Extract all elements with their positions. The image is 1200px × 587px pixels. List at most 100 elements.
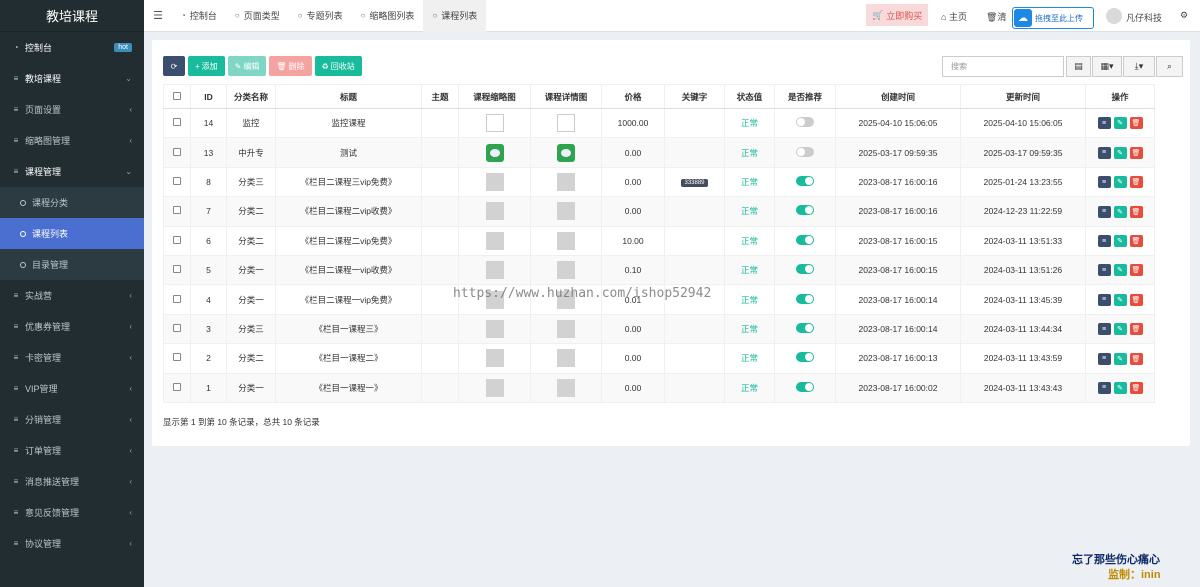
course-thumbnail-image[interactable]: [485, 261, 504, 280]
recommend-toggle[interactable]: [796, 175, 814, 186]
course-detail-image[interactable]: [557, 349, 575, 368]
delete-row-button[interactable]: 🗑: [1129, 264, 1143, 277]
row-checkbox[interactable]: [173, 235, 181, 244]
edit-row-button[interactable]: ✎: [1113, 381, 1127, 394]
select-all-header[interactable]: [163, 84, 191, 109]
detail-button[interactable]: ≡: [1097, 264, 1111, 277]
refresh-button[interactable]: ⟳: [163, 56, 185, 76]
table-row[interactable]: 8 分类三 《栏目二课程三vip免费》 0.00 333889 正常 2023-08-17 …: [163, 166, 1155, 198]
course-thumbnail-image[interactable]: [485, 202, 504, 221]
recommend-toggle[interactable]: [796, 381, 814, 392]
sidebar-item-10[interactable]: ≡ 卡密管理 ‹: [0, 342, 144, 373]
recommend-toggle[interactable]: [796, 352, 814, 363]
row-checkbox[interactable]: [173, 382, 181, 391]
search-input[interactable]: 搜索: [942, 56, 1064, 77]
app-brand[interactable]: 教培课程: [0, 0, 144, 32]
detail-button[interactable]: ≡: [1097, 235, 1111, 247]
course-detail-image[interactable]: [557, 114, 575, 133]
tab-3[interactable]: ○ 缩略图列表: [352, 0, 424, 32]
edit-row-button[interactable]: ✎: [1113, 205, 1127, 218]
edit-row-button[interactable]: ✎: [1113, 293, 1127, 306]
edit-button[interactable]: ✎ 编辑: [227, 56, 267, 76]
course-thumbnail-image[interactable]: [485, 114, 504, 133]
recommend-toggle[interactable]: [796, 264, 814, 275]
delete-row-button[interactable]: 🗑: [1129, 323, 1143, 336]
row-checkbox[interactable]: [173, 323, 181, 332]
delete-row-button[interactable]: 🗑: [1129, 117, 1143, 130]
table-row[interactable]: 14 监控 监控课程 1000.00 正常 2025-04-10 15:06:05 2025…: [163, 107, 1155, 139]
sidebar-item-14[interactable]: ≡ 消息推送管理 ‹: [0, 466, 144, 497]
tab-1[interactable]: ○ 页面类型: [226, 0, 289, 32]
table-row[interactable]: 5 分类一 《栏目二课程一vip收费》 0.10 正常 2023-08-17 16:00:…: [163, 254, 1155, 286]
edit-row-button[interactable]: ✎: [1113, 264, 1127, 277]
row-checkbox[interactable]: [173, 147, 181, 156]
table-row[interactable]: 6 分类二 《栏目二课程二vip免费》 10.00 正常 2023-08-17 16:00…: [163, 225, 1155, 256]
table-row[interactable]: 1 分类一 《栏目一课程一》 0.00 正常 2023-08-17 16:00:02 202…: [163, 372, 1155, 403]
recommend-toggle[interactable]: [796, 117, 814, 128]
recycle-bin-button[interactable]: ♻ 回收站: [314, 56, 362, 76]
detail-button[interactable]: ≡: [1097, 117, 1111, 130]
sidebar-item-16[interactable]: ≡ 协议管理 ‹: [0, 528, 144, 559]
add-button[interactable]: + 添加: [188, 56, 225, 76]
recommend-toggle[interactable]: [796, 234, 814, 245]
row-checkbox[interactable]: [173, 118, 181, 127]
sidebar-item-9[interactable]: ≡ 优惠券管理 ‹: [0, 311, 144, 342]
clear-cache-link[interactable]: 🗑清: [986, 10, 1006, 23]
detail-button[interactable]: ≡: [1097, 176, 1111, 189]
sidebar-item-4[interactable]: ≡ 课程管理 ⌄: [0, 156, 144, 187]
delete-row-button[interactable]: 🗑: [1129, 176, 1143, 189]
course-thumbnail-image[interactable]: [485, 231, 504, 250]
row-checkbox[interactable]: [173, 353, 181, 362]
delete-row-button[interactable]: 🗑: [1129, 381, 1143, 394]
row-checkbox[interactable]: [173, 206, 181, 215]
edit-row-button[interactable]: ✎: [1113, 146, 1127, 159]
tab-2[interactable]: ○ 专题列表: [289, 0, 352, 32]
recommend-toggle[interactable]: [796, 146, 814, 157]
sidebar-item-11[interactable]: ≡ VIP管理 ‹: [0, 373, 144, 404]
recommend-toggle[interactable]: [796, 205, 814, 216]
export-dropdown-button[interactable]: ⤓▾: [1123, 56, 1155, 77]
sidebar-item-12[interactable]: ≡ 分销管理 ‹: [0, 404, 144, 435]
detail-button[interactable]: ≡: [1097, 293, 1111, 306]
sidebar-item-6[interactable]: 课程列表: [0, 218, 144, 249]
edit-row-button[interactable]: ✎: [1113, 176, 1127, 189]
course-detail-image[interactable]: [557, 172, 575, 191]
edit-row-button[interactable]: ✎: [1113, 117, 1127, 130]
sidebar-item-15[interactable]: ≡ 意见反馈管理 ‹: [0, 497, 144, 528]
edit-row-button[interactable]: ✎: [1113, 235, 1127, 247]
sidebar-item-13[interactable]: ≡ 订单管理 ‹: [0, 435, 144, 466]
detail-button[interactable]: ≡: [1097, 381, 1111, 394]
sidebar-item-5[interactable]: 课程分类: [0, 187, 144, 218]
delete-row-button[interactable]: 🗑: [1129, 235, 1143, 247]
settings-gear-icon[interactable]: ⚙: [1180, 10, 1188, 21]
detail-button[interactable]: ≡: [1097, 146, 1111, 159]
delete-button[interactable]: 🗑 删除: [269, 56, 312, 76]
table-row[interactable]: 13 中升专 测试 0.00 正常 2025-03-17 09:59:35 2025-03-…: [163, 137, 1155, 168]
course-thumbnail-image[interactable]: [485, 349, 504, 368]
course-detail-image[interactable]: [557, 378, 575, 397]
sidebar-item-3[interactable]: ≡ 缩略图管理 ‹: [0, 125, 144, 156]
home-link[interactable]: ⌂ 主页: [941, 10, 967, 23]
tab-4[interactable]: ○ 课程列表: [423, 0, 487, 32]
row-checkbox[interactable]: [173, 294, 181, 303]
buy-now-button[interactable]: 🛒 立即购买: [866, 4, 929, 26]
course-detail-image[interactable]: [557, 202, 575, 221]
detail-button[interactable]: ≡: [1097, 352, 1111, 365]
sidebar-item-7[interactable]: 目录管理: [0, 249, 144, 280]
columns-dropdown-button[interactable]: ▦▾: [1092, 56, 1122, 77]
recommend-toggle[interactable]: [796, 293, 814, 304]
menu-toggle-icon[interactable]: ☰: [144, 9, 172, 22]
delete-row-button[interactable]: 🗑: [1129, 146, 1143, 159]
course-detail-image[interactable]: [557, 261, 575, 280]
edit-row-button[interactable]: ✎: [1113, 352, 1127, 365]
user-name[interactable]: 凡仔科技: [1126, 11, 1162, 24]
row-checkbox[interactable]: [173, 265, 181, 274]
delete-row-button[interactable]: 🗑: [1129, 205, 1143, 218]
toggle-view-button[interactable]: ▤: [1066, 56, 1091, 77]
sidebar-item-2[interactable]: ≡ 页面设置 ‹: [0, 94, 144, 125]
sidebar-item-8[interactable]: ≡ 实战营 ‹: [0, 280, 144, 311]
edit-row-button[interactable]: ✎: [1113, 323, 1127, 336]
tab-0[interactable]: ◔ 控制台: [172, 0, 226, 32]
avatar[interactable]: [1106, 8, 1122, 24]
select-all-checkbox[interactable]: [173, 91, 181, 100]
